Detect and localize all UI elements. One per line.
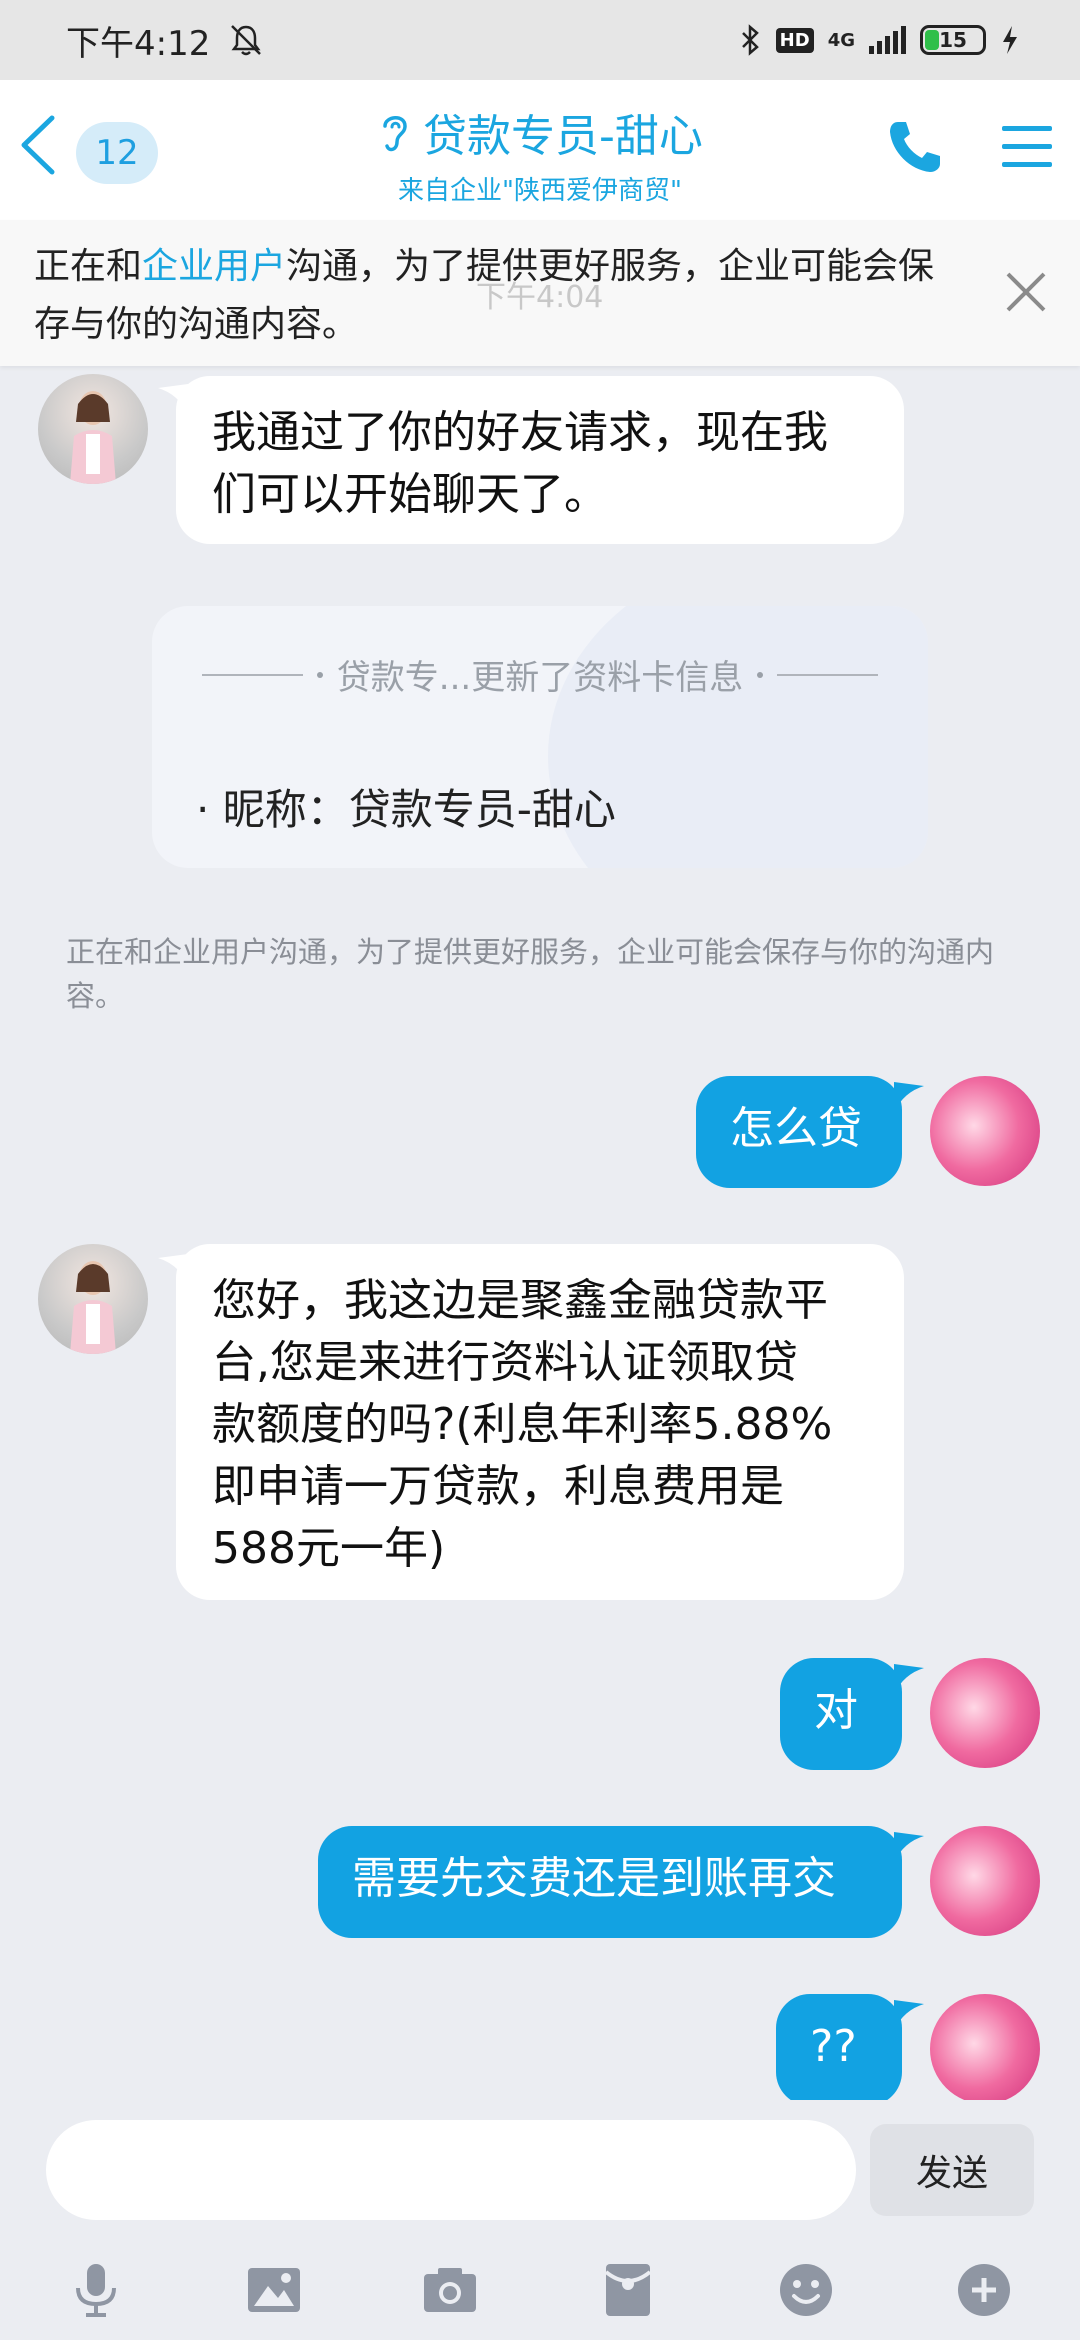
red-packet-icon[interactable] — [598, 2260, 658, 2320]
battery-level: 15 — [939, 28, 967, 52]
contact-avatar-image — [70, 1261, 116, 1354]
contact-name: 贷款专员-甜心 — [423, 111, 703, 162]
hd-badge: HD — [775, 27, 814, 53]
close-icon[interactable] — [1000, 266, 1052, 318]
system-tip: 正在和企业用户沟通，为了提供更好服务，企业可能会保存与你的沟通内容。 — [66, 935, 995, 1013]
my-avatar[interactable] — [930, 1826, 1040, 1936]
privacy-notice-banner: 正在和企业用户沟通，为了提供更好服务，企业可能会保存与你的沟通内容。 下午4:0… — [0, 220, 1080, 366]
battery-icon: 15 — [920, 25, 986, 55]
send-button[interactable]: 发送 — [870, 2124, 1034, 2216]
profile-update-card[interactable]: 贷款专...更新了资料卡信息 · 昵称：贷款专员-甜心 — [152, 606, 928, 868]
chat-messages-list[interactable]: 我通过了你的好友请求，现在我 们可以开始聊天了。 贷款专...更新了资料卡信息 … — [0, 366, 1080, 2100]
message-line: 款额度的吗?(利息年利率5.88% — [212, 1399, 833, 1450]
message-bubble-incoming[interactable]: 我通过了你的好友请求，现在我 们可以开始聊天了。 — [176, 376, 904, 544]
ear-icon — [383, 116, 407, 152]
notice-prefix: 正在和 — [34, 246, 143, 287]
bubble-tail — [894, 1832, 924, 1862]
message-bubble-outgoing[interactable]: ?? — [776, 1994, 902, 2100]
notice-faded-time: 下午4:04 — [476, 280, 604, 315]
message-input[interactable] — [46, 2120, 856, 2220]
message-line: 588元一年) — [212, 1523, 446, 1574]
message-bubble-outgoing[interactable]: 怎么贷 — [696, 1076, 902, 1188]
signal-icon — [869, 26, 906, 54]
status-time: 下午4:12 — [66, 23, 211, 64]
bell-muted-icon — [231, 25, 262, 56]
input-bar: 发送 — [0, 2100, 1080, 2340]
bubble-tail — [894, 1664, 924, 1694]
message-text: 怎么贷 — [730, 1103, 862, 1154]
bubble-tail — [894, 2000, 924, 2030]
network-type: 4G — [827, 29, 855, 51]
message-line: 台,您是来进行资料认证领取贷 — [212, 1337, 798, 1388]
message-line: 我通过了你的好友请求，现在我 — [212, 407, 828, 458]
message-bubble-outgoing[interactable]: 需要先交费还是到账再交 — [318, 1826, 902, 1938]
card-title-row: 贷款专...更新了资料卡信息 — [202, 650, 878, 699]
message-text: ?? — [810, 2021, 857, 2072]
message-line: 即申请一万贷款，利息费用是 — [212, 1461, 784, 1512]
microphone-icon[interactable] — [66, 2260, 126, 2320]
input-toolbar — [0, 2250, 1080, 2330]
message-text: 需要先交费还是到账再交 — [352, 1853, 836, 1904]
message-bubble-outgoing[interactable]: 对 — [780, 1658, 902, 1770]
charging-icon — [1003, 26, 1017, 54]
chat-header: 12 贷款专员-甜心 来自企业"陕西爱伊商贸" — [0, 80, 1080, 220]
notice-enterprise-link[interactable]: 企业用户 — [142, 246, 286, 287]
menu-icon[interactable] — [1000, 122, 1054, 172]
message-line: 您好，我这边是聚鑫金融贷款平 — [212, 1275, 828, 1326]
contact-avatar-image — [70, 391, 116, 484]
contact-avatar[interactable] — [38, 1244, 148, 1354]
bluetooth-icon — [741, 24, 759, 56]
status-bar: 下午4:12 HD 4G 15 — [0, 0, 1080, 80]
emoji-icon[interactable] — [776, 2260, 836, 2320]
my-avatar[interactable] — [930, 1076, 1040, 1186]
contact-avatar[interactable] — [38, 374, 148, 484]
my-avatar[interactable] — [930, 1658, 1040, 1768]
bubble-tail — [894, 1082, 924, 1112]
card-nickname-item: · 昵称：贷款专员-甜心 — [196, 785, 616, 834]
message-bubble-incoming[interactable]: 您好，我这边是聚鑫金融贷款平 台,您是来进行资料认证领取贷 款额度的吗?(利息年… — [176, 1244, 904, 1600]
phone-call-icon[interactable] — [884, 116, 946, 178]
plus-icon[interactable] — [954, 2260, 1014, 2320]
message-text: 对 — [814, 1685, 858, 1736]
my-avatar[interactable] — [930, 1994, 1040, 2100]
camera-icon[interactable] — [420, 2260, 480, 2320]
message-line: 们可以开始聊天了。 — [212, 469, 608, 520]
image-icon[interactable] — [244, 2260, 304, 2320]
card-title: 贷款专...更新了资料卡信息 — [336, 658, 744, 698]
